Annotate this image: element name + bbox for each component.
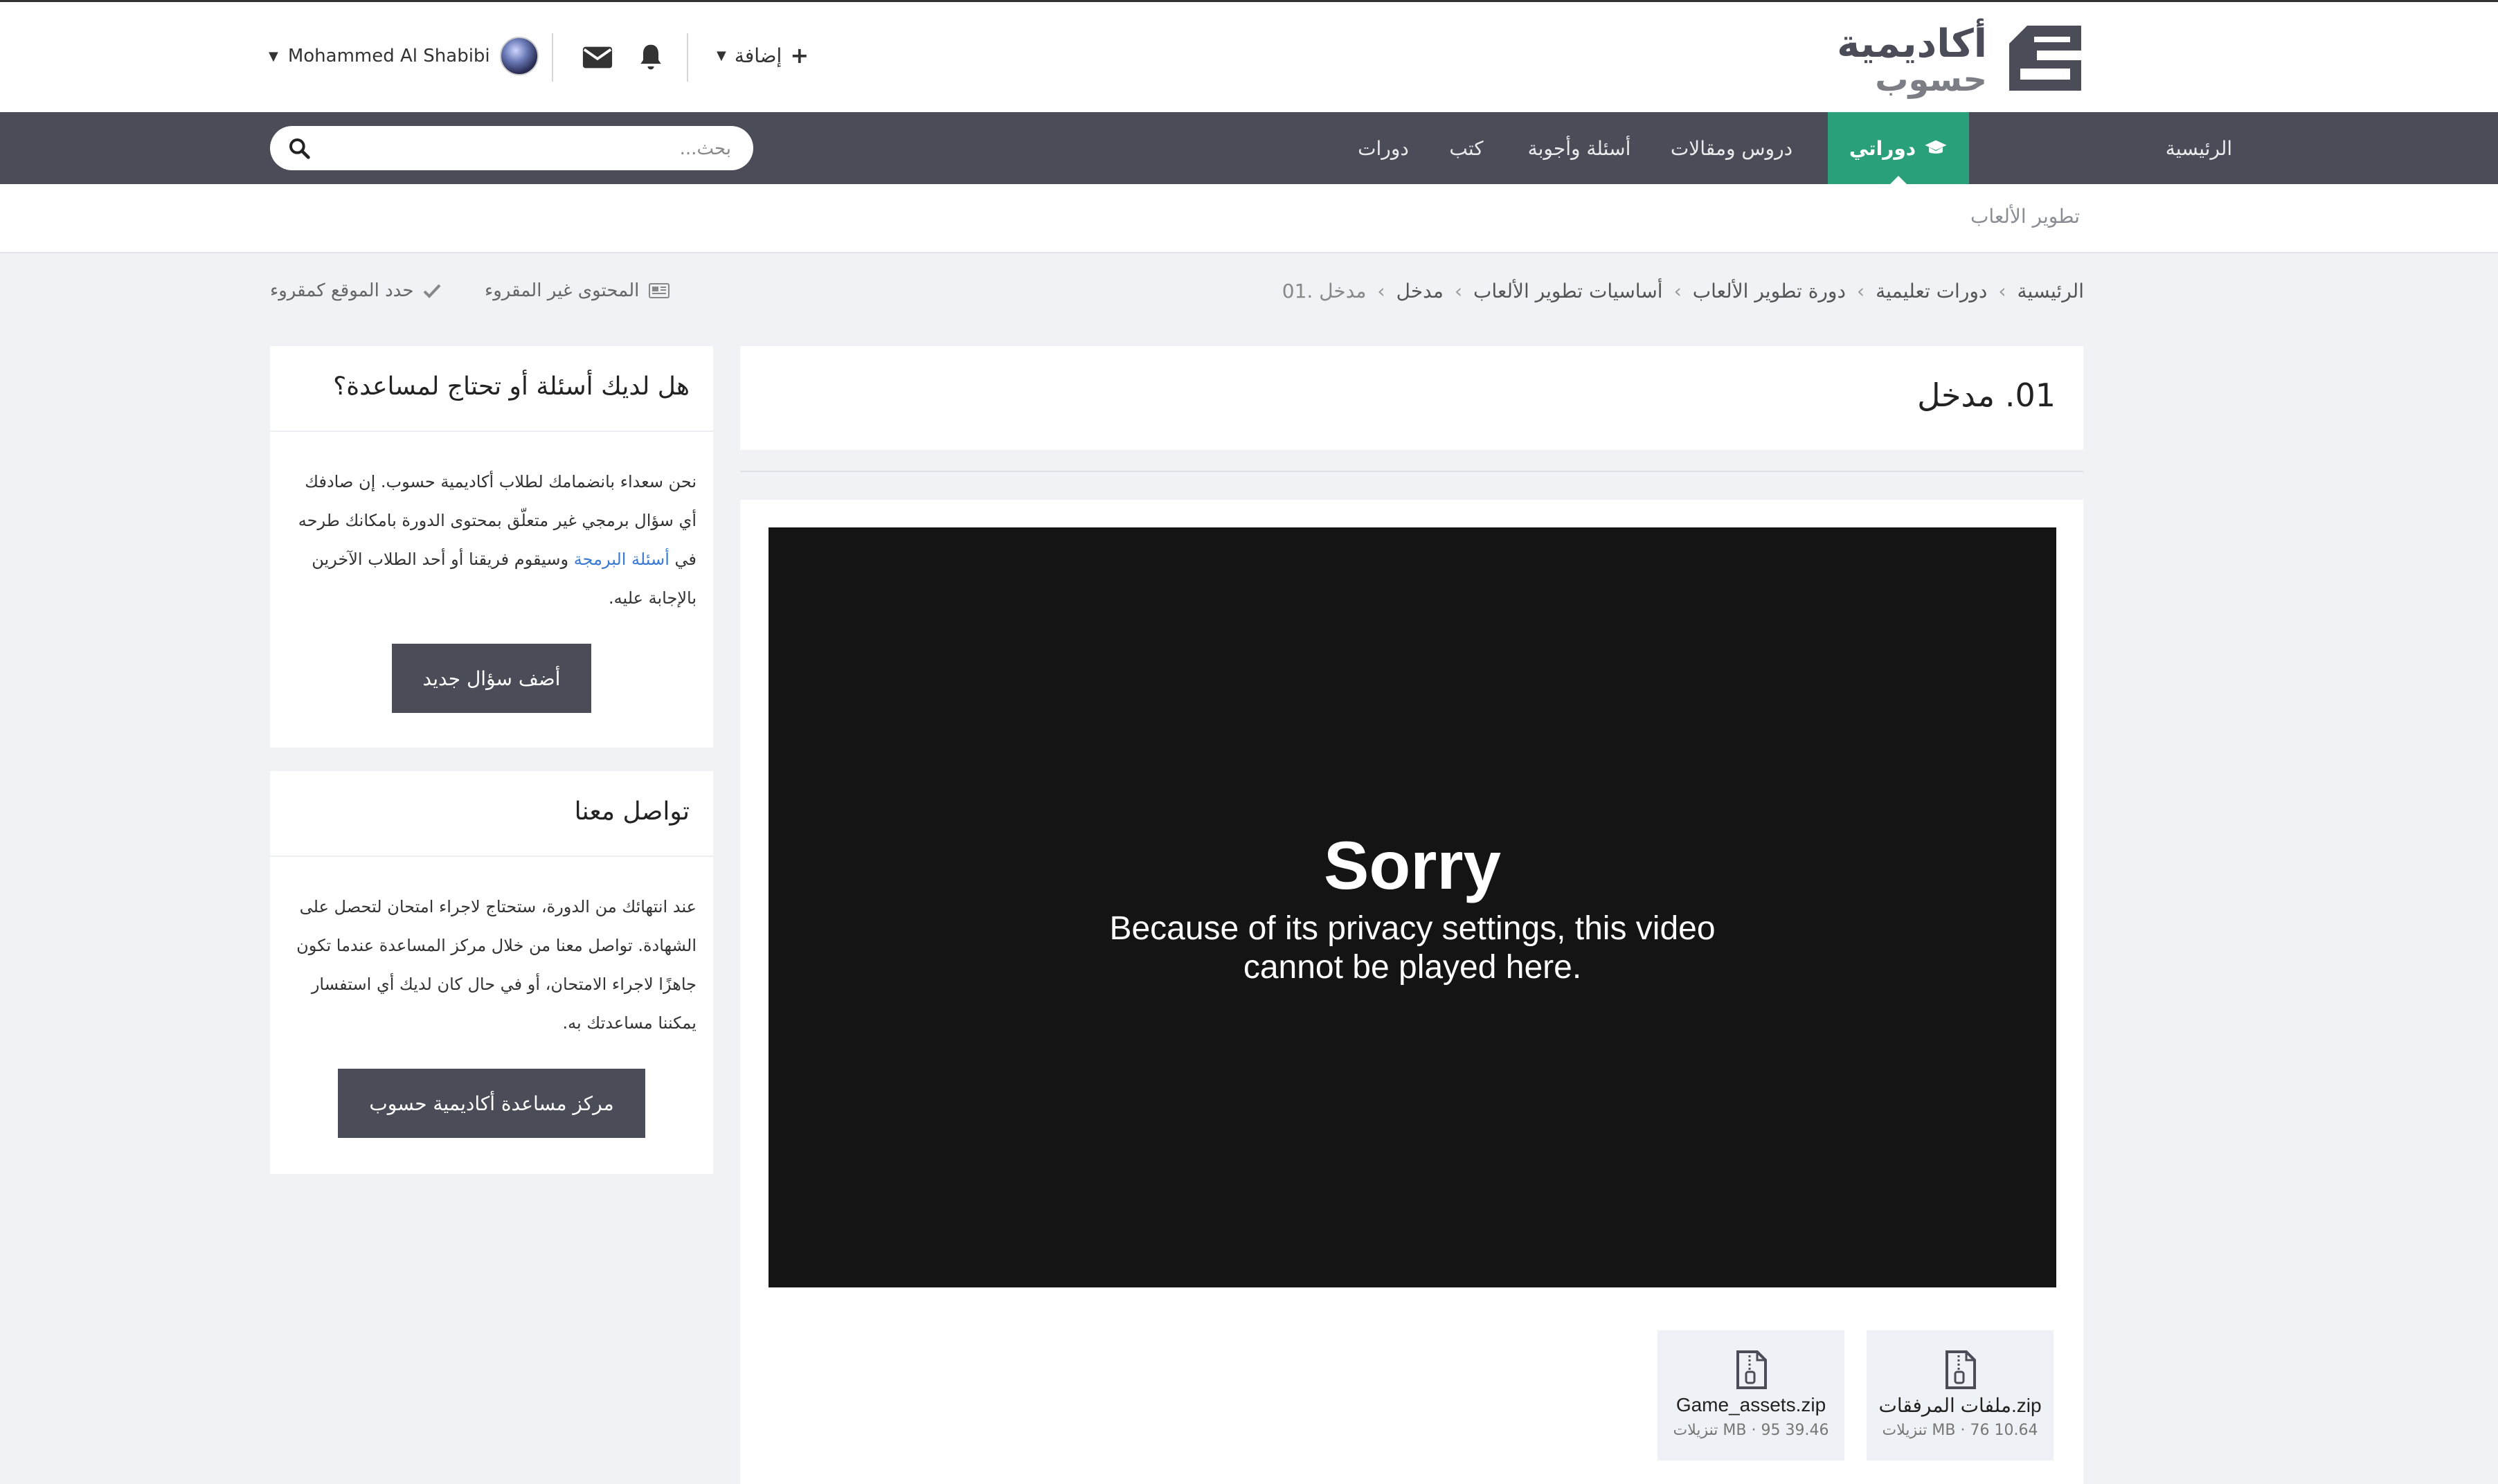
nav-item-courses[interactable]: دورات — [1349, 112, 1418, 184]
search-box — [270, 126, 753, 172]
header-divider — [687, 33, 688, 82]
nav-item-label: دروس ومقالات — [1670, 136, 1793, 160]
caret-down-icon: ▼ — [269, 48, 278, 64]
nav-item-books[interactable]: كتب — [1432, 112, 1501, 184]
mark-site-read-link[interactable]: حدد الموقع كمقروء — [270, 277, 441, 305]
help-card-title: هل لديك أسئلة أو تحتاج لمساعدة؟ — [333, 372, 690, 401]
nav-item-home[interactable]: الرئيسية — [2150, 112, 2247, 184]
chevron-left-icon: ‹ — [1377, 279, 1385, 302]
top-header: أكاديمية حسوب ▼ إضافة + ▼ Mohammed Al Sh… — [0, 0, 2498, 112]
plus-icon: + — [790, 42, 809, 69]
breadcrumb-item[interactable]: دورة تطوير الألعاب — [1693, 280, 1846, 302]
attachment-meta: 39.46 MB · 95 تنزيلات — [1673, 1422, 1829, 1439]
breadcrumb-item[interactable]: دورات تعليمية — [1876, 280, 1987, 302]
nav-item-label: دورات — [1358, 136, 1409, 160]
nav-item-my-courses[interactable]: دوراتي — [1828, 112, 1969, 184]
user-name: Mohammed Al Shabibi — [287, 46, 490, 66]
user-menu[interactable]: ▼ Mohammed Al Shabibi — [269, 35, 539, 77]
nav-item-label: أسئلة وأجوبة — [1527, 136, 1631, 160]
site-logo[interactable]: أكاديمية حسوب — [1837, 21, 2084, 99]
header-divider — [552, 33, 553, 82]
breadcrumb: الرئيسية ‹ دورات تعليمية ‹ دورة تطوير ال… — [1282, 277, 2084, 305]
divider — [740, 471, 2083, 472]
unread-content-link[interactable]: المحتوى غير المقروء — [485, 277, 670, 305]
nav-item-qa[interactable]: أسئلة وأجوبة — [1513, 112, 1645, 184]
breadcrumb-item[interactable]: مدخل — [1396, 280, 1444, 302]
envelope-icon[interactable] — [582, 44, 613, 71]
nav-item-label: الرئيسية — [2165, 136, 2233, 160]
attachment-meta: 10.64 MB · 76 تنزيلات — [1882, 1422, 2038, 1439]
video-error-message: Because of its privacy settings, this vi… — [769, 910, 2056, 987]
search-input[interactable] — [342, 126, 733, 172]
sub-nav: تطوير الألعاب — [0, 184, 2498, 253]
nav-item-label: دوراتي — [1849, 136, 1916, 160]
contact-card-text: عند انتهائك من الدورة، ستحتاج لاجراء امت… — [296, 897, 697, 1033]
chevron-left-icon: ‹ — [1856, 279, 1865, 302]
lesson-title-card: 01. مدخل — [740, 346, 2083, 450]
logo-icon — [2009, 26, 2081, 91]
page-title: 01. مدخل — [1917, 377, 2056, 414]
nav-item-articles[interactable]: دروس ومقالات — [1659, 112, 1804, 184]
zip-file-icon — [1946, 1350, 1976, 1389]
contact-card: تواصل معنا عند انتهائك من الدورة، ستحتاج… — [270, 771, 713, 1174]
divider — [270, 431, 713, 432]
chevron-left-icon: ‹ — [1673, 279, 1682, 302]
add-question-button[interactable]: أضف سؤال جديد — [392, 644, 591, 713]
subnav-item-game-dev[interactable]: تطوير الألعاب — [1970, 205, 2080, 228]
newspaper-icon — [649, 283, 670, 298]
unread-label: المحتوى غير المقروء — [485, 280, 640, 301]
nav-item-label: كتب — [1449, 136, 1484, 160]
bell-icon[interactable] — [636, 42, 666, 73]
video-error-line: Because of its privacy settings, this vi… — [1109, 910, 1716, 947]
active-indicator — [1890, 176, 1907, 184]
attachment-name: ملفات المرفقات.zip — [1878, 1395, 2042, 1416]
attachment-item[interactable]: ملفات المرفقات.zip 10.64 MB · 76 تنزيلات — [1867, 1330, 2054, 1460]
breadcrumb-item[interactable]: الرئيسية — [2018, 280, 2084, 302]
chevron-left-icon: ‹ — [1998, 279, 2006, 302]
search-icon[interactable] — [288, 137, 310, 159]
breadcrumb-current: 01. مدخل — [1282, 279, 1367, 302]
contact-card-title: تواصل معنا — [574, 797, 690, 826]
help-card: هل لديك أسئلة أو تحتاج لمساعدة؟ نحن سعدا… — [270, 346, 713, 748]
attachment-name: Game_assets.zip — [1675, 1394, 1826, 1415]
divider — [270, 856, 713, 857]
chevron-left-icon: ‹ — [1454, 279, 1463, 302]
video-error-title: Sorry — [1323, 827, 1501, 903]
video-error-line: cannot be played here. — [1243, 949, 1582, 986]
help-card-text: نحن سعداء بانضمامك لطلاب أكاديمية حسوب. … — [287, 462, 697, 617]
video-player[interactable]: Sorry Because of its privacy settings, t… — [769, 527, 2056, 1287]
brand-subname: حسوب — [1875, 60, 1987, 99]
check-icon — [423, 284, 441, 298]
breadcrumb-item[interactable]: أساسيات تطوير الألعاب — [1473, 280, 1663, 302]
help-center-button[interactable]: مركز مساعدة أكاديمية حسوب — [338, 1069, 645, 1138]
mark-read-label: حدد الموقع كمقروء — [270, 280, 414, 301]
graduation-cap-icon — [1925, 140, 1947, 154]
programming-questions-link[interactable]: أسئلة البرمجة — [574, 550, 670, 569]
avatar — [499, 37, 539, 75]
add-menu[interactable]: ▼ إضافة + — [717, 40, 809, 71]
zip-file-icon — [1736, 1350, 1767, 1389]
add-menu-label: إضافة — [734, 44, 782, 67]
caret-down-icon: ▼ — [717, 48, 726, 63]
attachment-item[interactable]: Game_assets.zip 39.46 MB · 95 تنزيلات — [1657, 1330, 1844, 1460]
